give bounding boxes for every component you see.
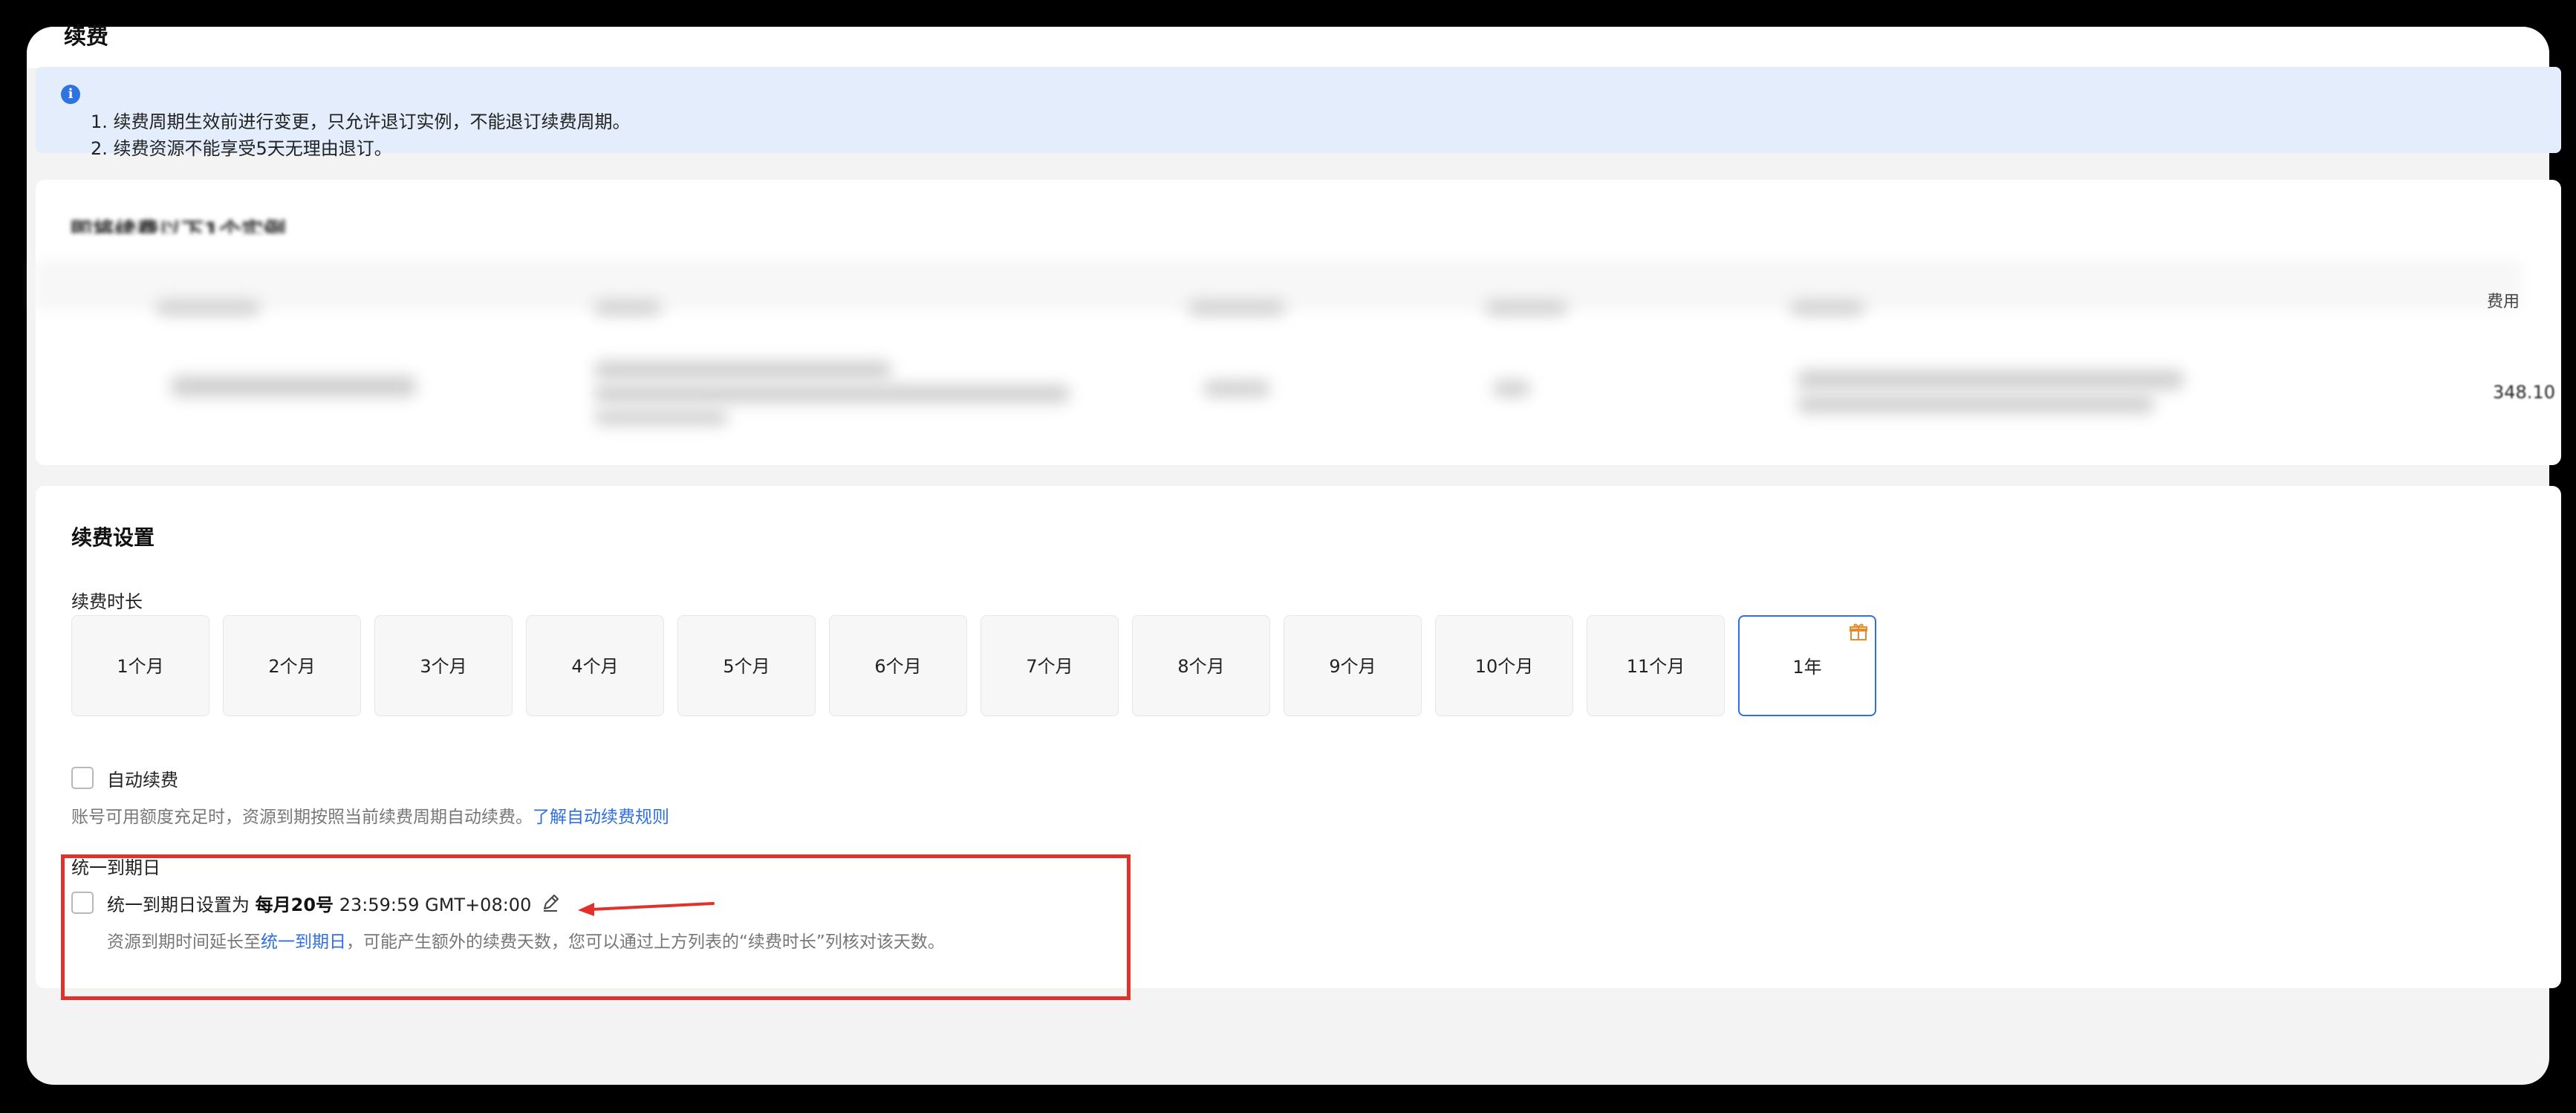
duration-label: 续费时长 (71, 591, 143, 612)
blurred-cell (1798, 370, 2184, 389)
blurred-cell (594, 300, 661, 315)
notice-line-1: 1. 续费周期生效前进行变更，只允许退订实例，不能退订续费周期。 (91, 111, 631, 132)
auto-renew-label: 自动续费 (107, 770, 178, 791)
blurred-cell (1188, 300, 1285, 315)
info-icon: i (61, 85, 80, 104)
blurred-cell (156, 300, 260, 315)
blurred-cell (594, 410, 728, 425)
notice-line-2: 2. 续费资源不能享受5天无理由退订。 (91, 138, 392, 159)
instance-list-card (36, 180, 2561, 465)
blurred-cell (594, 361, 891, 379)
duration-option-1-year[interactable]: 1年 (1738, 615, 1876, 716)
duration-option-6-months[interactable]: 6个月 (829, 615, 967, 716)
duration-option-9-months[interactable]: 9个月 (1284, 615, 1422, 716)
blurred-cell (1493, 380, 1530, 397)
annotation-highlight-box (61, 854, 1131, 1000)
auto-renew-description: 账号可用额度充足时，资源到期按照当前续费周期自动续费。了解自动续费规则 (71, 802, 669, 828)
annotation-arrow-icon (578, 902, 715, 916)
auto-renew-rules-link[interactable]: 了解自动续费规则 (533, 808, 669, 827)
blurred-cell (1798, 395, 2154, 413)
duration-option-label: 1年 (1792, 657, 1822, 678)
blurred-cell (594, 385, 1070, 403)
blurred-cell (1790, 300, 1864, 315)
duration-option-7-months[interactable]: 7个月 (980, 615, 1119, 716)
duration-option-5-months[interactable]: 5个月 (677, 615, 816, 716)
auto-renew-desc-text: 账号可用额度充足时，资源到期按照当前续费周期自动续费。 (71, 808, 533, 827)
blurred-cell (171, 376, 416, 397)
duration-options: 1个月 2个月 3个月 4个月 5个月 6个月 7个月 8个月 9个月 10个月… (71, 615, 1884, 719)
blurred-cell (1486, 300, 1567, 315)
title-bar (27, 27, 2549, 68)
instance-list-title: 即将续费以下1个实例 (70, 218, 286, 233)
page-title: 续费 (64, 24, 108, 50)
gift-icon (1850, 623, 1867, 640)
settings-title: 续费设置 (71, 525, 155, 550)
duration-option-3-months[interactable]: 3个月 (374, 615, 513, 716)
auto-renew-checkbox[interactable] (71, 767, 94, 789)
duration-option-10-months[interactable]: 10个月 (1435, 615, 1573, 716)
duration-option-8-months[interactable]: 8个月 (1132, 615, 1270, 716)
blurred-cell (1203, 380, 1270, 397)
duration-option-4-months[interactable]: 4个月 (526, 615, 664, 716)
duration-option-2-months[interactable]: 2个月 (223, 615, 361, 716)
duration-option-11-months[interactable]: 11个月 (1587, 615, 1725, 716)
fee-value: 348.10 (2493, 382, 2555, 403)
fee-column-header: 费用 (2487, 293, 2520, 311)
duration-option-1-month[interactable]: 1个月 (71, 615, 209, 716)
